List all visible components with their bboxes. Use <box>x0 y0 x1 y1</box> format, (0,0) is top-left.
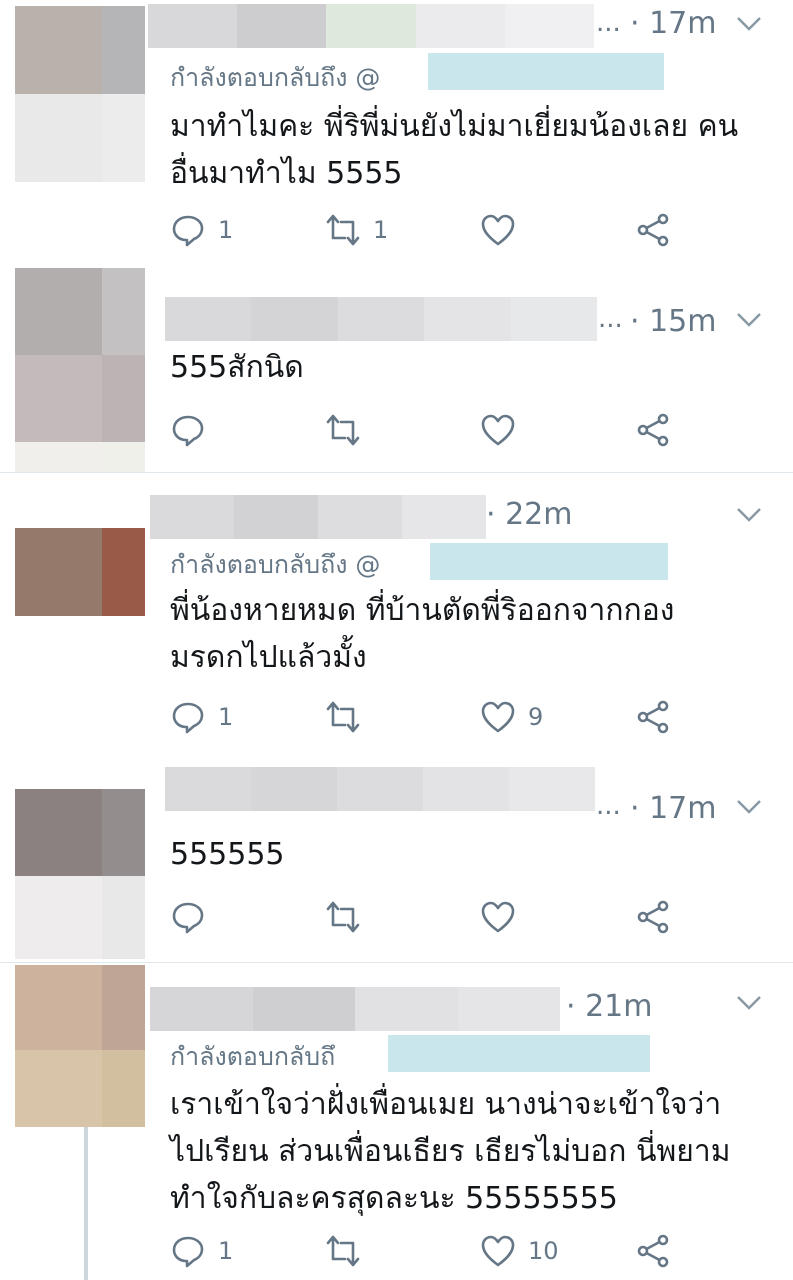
username-redacted[interactable] <box>150 495 486 539</box>
tweet-actions <box>170 408 730 452</box>
share-button[interactable] <box>636 895 672 939</box>
reply-count: 1 <box>218 703 234 731</box>
avatar[interactable] <box>15 789 145 959</box>
tweet-actions: 1 1 <box>170 208 730 252</box>
mention-redacted[interactable] <box>388 1035 650 1072</box>
tweet-text: พี่น้องหายหมด ที่บ้านตัดพี่ริออกจากกอง ม… <box>170 593 675 675</box>
name-ellipsis: ... <box>596 8 621 38</box>
reply-bubble-icon <box>172 702 204 734</box>
name-ellipsis: ... <box>598 304 623 334</box>
tweet-item[interactable]: · 22m กำลังตอบกลับถึง @ พี่น้องหายหมด ที… <box>0 473 793 743</box>
like-count: 9 <box>528 703 544 731</box>
avatar[interactable] <box>15 965 145 1127</box>
reply-to-label: กำลังตอบกลับถึ <box>170 1042 336 1071</box>
like-count: 10 <box>528 1237 559 1265</box>
mention-redacted[interactable] <box>430 543 668 580</box>
name-ellipsis: ... <box>596 791 621 821</box>
username-redacted[interactable] <box>165 767 595 811</box>
timestamp[interactable]: · 17m <box>630 6 716 41</box>
retweet-icon <box>326 414 360 446</box>
reply-bubble-icon <box>172 902 204 934</box>
timestamp[interactable]: · 22m <box>486 497 572 532</box>
reply-bubble-icon <box>172 215 204 247</box>
thread-line <box>84 1127 88 1280</box>
chevron-down-icon[interactable] <box>736 799 762 815</box>
reply-count: 1 <box>218 1237 234 1265</box>
timestamp[interactable]: · 15m <box>630 304 716 339</box>
retweet-button[interactable]: 1 <box>325 208 388 252</box>
tweet-text: 555สักนิด <box>170 350 304 385</box>
avatar[interactable] <box>15 6 145 182</box>
avatar[interactable] <box>15 268 145 472</box>
share-button[interactable] <box>636 408 672 452</box>
share-icon <box>637 213 669 247</box>
retweet-button[interactable] <box>325 895 373 939</box>
like-button[interactable]: 10 <box>480 1229 559 1273</box>
chevron-down-icon[interactable] <box>736 995 762 1011</box>
like-button[interactable] <box>480 208 528 252</box>
retweet-button[interactable] <box>325 695 373 739</box>
tweet-item[interactable]: · 21m กำลังตอบกลับถึ เราเข้าใจว่าฝั่งเพื… <box>0 963 793 1280</box>
like-button[interactable] <box>480 408 528 452</box>
reply-bubble-icon <box>172 415 204 447</box>
reply-button[interactable]: 1 <box>170 1229 233 1273</box>
heart-icon <box>481 701 515 733</box>
tweet-text: เราเข้าใจว่าฝั่งเพื่อนเมย นางน่าจะเข้าใจ… <box>170 1087 731 1216</box>
like-button[interactable] <box>480 895 528 939</box>
share-icon <box>637 700 669 734</box>
username-redacted[interactable] <box>165 297 598 341</box>
username-redacted[interactable] <box>148 4 595 48</box>
tweet-item[interactable]: ... · 15m 555สักนิด <box>0 260 793 472</box>
tweet-item[interactable]: ... · 17m 555555 <box>0 743 793 962</box>
share-button[interactable] <box>636 208 672 252</box>
tweet-actions: 1 9 <box>170 695 730 739</box>
retweet-button[interactable] <box>325 408 373 452</box>
reply-button[interactable] <box>170 895 218 939</box>
reply-to-label: กำลังตอบกลับถึง @ <box>170 550 381 579</box>
tweet-item[interactable]: ... · 17m กำลังตอบกลับถึง @ มาทำไมคะ พี่… <box>0 0 793 260</box>
share-button[interactable] <box>636 695 672 739</box>
share-button[interactable] <box>636 1229 672 1273</box>
tweet-actions: 1 10 <box>170 1229 730 1273</box>
heart-icon <box>481 214 515 246</box>
timestamp[interactable]: · 17m <box>630 791 716 826</box>
tweet-actions <box>170 895 730 939</box>
retweet-button[interactable] <box>325 1229 373 1273</box>
avatar[interactable] <box>15 528 145 616</box>
mention-redacted[interactable] <box>428 53 664 90</box>
tweet-text: 555555 <box>170 837 285 872</box>
share-icon <box>637 413 669 447</box>
username-redacted[interactable] <box>150 987 560 1031</box>
retweet-count: 1 <box>373 216 389 244</box>
share-icon <box>637 1234 669 1268</box>
reply-button[interactable]: 1 <box>170 208 233 252</box>
reply-button[interactable] <box>170 408 218 452</box>
heart-icon <box>481 901 515 933</box>
reply-button[interactable]: 1 <box>170 695 233 739</box>
chevron-down-icon[interactable] <box>736 16 762 32</box>
retweet-icon <box>326 901 360 933</box>
reply-bubble-icon <box>172 1236 204 1268</box>
timestamp[interactable]: · 21m <box>566 989 652 1024</box>
reply-to-label: กำลังตอบกลับถึง @ <box>170 63 381 92</box>
chevron-down-icon[interactable] <box>736 312 762 328</box>
heart-icon <box>481 1235 515 1267</box>
share-icon <box>637 900 669 934</box>
heart-icon <box>481 414 515 446</box>
reply-count: 1 <box>218 216 234 244</box>
chevron-down-icon[interactable] <box>736 507 762 523</box>
retweet-icon <box>326 701 360 733</box>
retweet-icon <box>326 214 360 246</box>
like-button[interactable]: 9 <box>480 695 543 739</box>
tweet-text: มาทำไมคะ พี่ริพี่ม่นยังไม่มาเยี่ยมน้องเล… <box>170 109 739 191</box>
retweet-icon <box>326 1235 360 1267</box>
